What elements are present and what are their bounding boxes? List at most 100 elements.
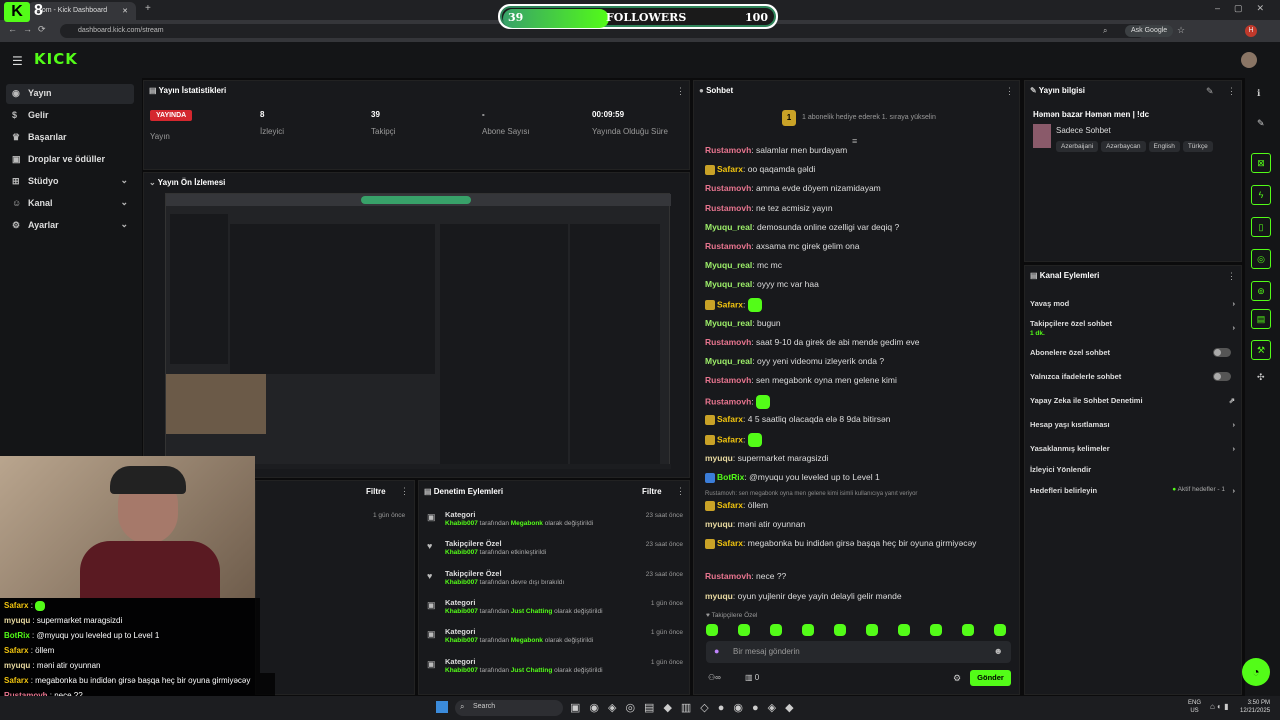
mod-action-user[interactable]: Khabib007 [445, 667, 478, 674]
filter-button[interactable]: Filtre [642, 487, 662, 496]
preview-video[interactable] [165, 193, 671, 469]
mod-action-user[interactable]: Khabib007 [445, 608, 478, 615]
profile-avatar[interactable]: H [1245, 25, 1257, 37]
menu-icon[interactable]: ☰ [12, 54, 23, 68]
chat-username[interactable]: myuqu [705, 519, 733, 529]
chat-username[interactable]: Safarx [717, 299, 743, 309]
chat-username[interactable]: Rustamovh [705, 396, 751, 406]
mod-action-user[interactable]: Khabib007 [445, 637, 478, 644]
chat-username[interactable]: Myuqu_real [705, 260, 752, 270]
emotes-only-chat[interactable]: Yalnızca ifadelerle sohbet [1030, 372, 1235, 381]
emote-icon[interactable] [930, 624, 942, 636]
apps-icon[interactable]: ✣ [1257, 372, 1265, 383]
chat-settings-icon[interactable]: ⚙ [953, 673, 961, 684]
chat-username[interactable]: Myuqu_real [705, 279, 752, 289]
sidebar-item-studio[interactable]: ⊞ Stüdyo ⌄ [6, 172, 134, 192]
banned-words[interactable]: Yasaklanmış kelimeler › [1030, 444, 1235, 453]
more-icon[interactable]: ⋮ [676, 486, 685, 497]
taskbar-apps[interactable]: ▣◉◈◎▤◆▥◇●◉●◈◆ [570, 701, 803, 714]
emote-icon[interactable] [738, 624, 750, 636]
user-avatar[interactable] [1241, 52, 1257, 68]
rail-chat-button[interactable]: ◎ [1251, 249, 1271, 269]
slow-mode[interactable]: Yavaş mod › [1030, 299, 1235, 308]
chat-username[interactable]: Rustamovh [705, 337, 751, 347]
chat-username[interactable]: Rustamovh [705, 203, 751, 213]
emote-icon[interactable] [770, 624, 782, 636]
language-indicator[interactable]: ENG US [1188, 699, 1201, 715]
emote-icon[interactable] [802, 624, 814, 636]
pen-icon[interactable]: ✎ [1257, 118, 1265, 129]
new-tab-icon[interactable]: + [145, 3, 151, 14]
mod-action-user[interactable]: Khabib007 [445, 520, 478, 527]
chat-username[interactable]: Rustamovh [705, 241, 751, 251]
rail-lightning-button[interactable]: ϟ [1251, 185, 1271, 205]
chat-username[interactable]: Myuqu_real [705, 356, 752, 366]
emote-icon[interactable] [706, 624, 718, 636]
close-icon[interactable]: ✕ [122, 7, 128, 15]
chat-username[interactable]: Safarx [717, 538, 743, 548]
chat-username[interactable]: BotRix [717, 472, 744, 482]
window-controls[interactable]: –▢✕ [1215, 3, 1278, 14]
rail-broadcast-button[interactable]: ⊚ [1251, 281, 1271, 301]
support-icon[interactable]: ◔ [1242, 658, 1270, 686]
sidebar-item-channel[interactable]: ☺ Kanal ⌄ [6, 194, 134, 214]
mic-icon[interactable]: ● [714, 646, 719, 656]
followers-only-chat[interactable]: Takipçilere özel sohbet 1 dk. › [1030, 319, 1235, 337]
more-icon[interactable]: ⋮ [1005, 86, 1014, 97]
kick-logo[interactable]: KICK [34, 50, 78, 68]
toggle-switch[interactable] [1213, 348, 1231, 357]
more-icon[interactable]: ⋮ [400, 486, 409, 497]
chat-username[interactable]: Safarx [717, 164, 743, 174]
sidebar-item-revenue[interactable]: $ Gelir [6, 106, 134, 126]
chat-users-icon[interactable]: ⚇∞ [708, 673, 721, 682]
rail-wrench-button[interactable]: ⚒ [1251, 340, 1271, 360]
chat-username[interactable]: myuqu [705, 453, 733, 463]
chat-username[interactable]: Rustamovh [705, 571, 751, 581]
account-age-restriction[interactable]: Hesap yaşı kısıtlaması › [1030, 420, 1235, 429]
sidebar-item-settings[interactable]: ⚙ Ayarlar ⌄ [6, 216, 134, 236]
chat-username[interactable]: Rustamovh [705, 375, 751, 385]
chat-input[interactable]: ● Bir mesaj gönderin ☻ [706, 641, 1011, 663]
toggle-switch[interactable] [1213, 372, 1231, 381]
send-button[interactable]: Gönder [970, 670, 1011, 686]
filter-button[interactable]: Filtre [366, 487, 386, 496]
nav-buttons[interactable]: ←→⟳ [8, 24, 52, 35]
emote-bar[interactable] [706, 624, 1011, 638]
rail-note-button[interactable]: ▯ [1251, 217, 1271, 237]
chat-username[interactable]: Myuqu_real [705, 318, 752, 328]
ask-google-button[interactable]: Ask Google [1125, 25, 1174, 37]
subscribers-only-chat[interactable]: Abonelere özel sohbet [1030, 348, 1235, 357]
emote-icon[interactable] [994, 624, 1006, 636]
more-icon[interactable]: ⋮ [1227, 271, 1236, 282]
rail-layout-button[interactable]: ▤ [1251, 309, 1271, 329]
chat-username[interactable]: Rustamovh [705, 145, 751, 155]
ai-moderation[interactable]: Yapay Zeka ile Sohbet Denetimi ⇗ [1030, 396, 1235, 405]
mod-action-user[interactable]: Khabib007 [445, 549, 478, 556]
tray-icons[interactable]: ⌂ ◐ ▮ [1210, 702, 1229, 711]
chat-username[interactable]: Safarx [717, 414, 743, 424]
redirect-viewers[interactable]: İzleyici Yönlendir [1030, 465, 1235, 474]
edit-icon[interactable]: ✎ [1206, 86, 1214, 97]
rail-tool-button[interactable]: ⊠ [1251, 153, 1271, 173]
chat-username[interactable]: Rustamovh [705, 183, 751, 193]
zoom-icon[interactable]: ⌕ [1103, 26, 1107, 36]
chat-username[interactable]: Myuqu_real [705, 222, 752, 232]
chat-username[interactable]: Safarx [717, 500, 743, 510]
emote-icon[interactable] [834, 624, 846, 636]
clock[interactable]: 3:50 PM 12/21/2025 [1240, 699, 1270, 715]
taskbar-search[interactable]: Search [455, 700, 563, 716]
info-icon[interactable]: ℹ [1257, 88, 1260, 99]
chat-username[interactable]: Safarx [717, 434, 743, 444]
sidebar-item-drops[interactable]: ▣ Droplar ve ödüller [6, 150, 134, 170]
sidebar-item-stream[interactable]: ◉ Yayın [6, 84, 134, 104]
emoji-icon[interactable]: ☻ [994, 646, 1003, 656]
emote-icon[interactable] [962, 624, 974, 636]
sidebar-item-achievements[interactable]: ♛ Başarılar [6, 128, 134, 148]
browser-tab[interactable]: ...om - Kick Dashboard ✕ [28, 2, 136, 20]
more-icon[interactable]: ⋮ [676, 86, 685, 97]
emote-icon[interactable] [866, 624, 878, 636]
windows-start-icon[interactable] [436, 701, 448, 713]
chat-username[interactable]: myuqu [705, 591, 733, 601]
category-thumbnail[interactable] [1033, 124, 1051, 148]
emote-icon[interactable] [898, 624, 910, 636]
